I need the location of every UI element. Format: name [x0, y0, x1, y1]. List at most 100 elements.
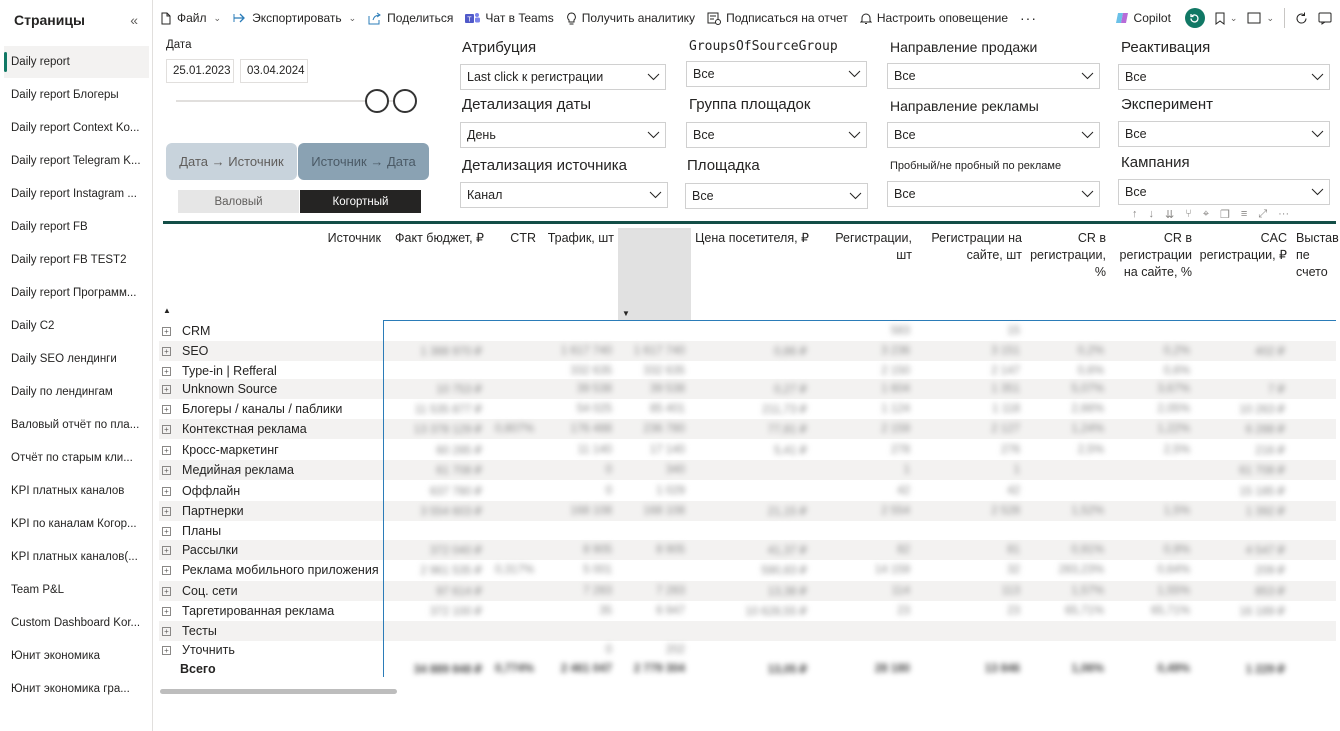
sidebar-item[interactable]: Team P&L: [4, 574, 149, 606]
row-label[interactable]: + Планы: [159, 521, 221, 541]
row-label[interactable]: + Рассылки: [159, 540, 238, 560]
column-header[interactable]: Цена посетителя, ₽: [691, 230, 809, 247]
collapse-sidebar-icon[interactable]: «: [130, 12, 138, 28]
share-button[interactable]: Поделиться: [362, 0, 459, 36]
expand-row-icon[interactable]: +: [162, 565, 171, 575]
expand-row-icon[interactable]: +: [162, 606, 171, 616]
platform-group-dropdown[interactable]: Все: [686, 122, 867, 148]
more-icon[interactable]: ···: [1278, 208, 1289, 220]
row-label[interactable]: + Блогеры / каналы / паблики: [159, 399, 342, 419]
expand-row-icon[interactable]: +: [162, 465, 171, 475]
file-menu[interactable]: Файл ⌄: [153, 0, 227, 36]
expand-row-icon[interactable]: +: [162, 366, 171, 376]
expand-row-icon[interactable]: +: [162, 326, 171, 336]
sidebar-item[interactable]: Daily report Блогеры: [4, 79, 149, 111]
attribution-dropdown[interactable]: Last click к регистрации: [460, 64, 666, 90]
date-slider-handle-start[interactable]: [365, 89, 389, 113]
expand-row-icon[interactable]: +: [162, 526, 171, 536]
date-to-input[interactable]: 03.04.2024: [240, 59, 308, 83]
teams-chat-button[interactable]: T Чат в Teams: [459, 0, 559, 36]
sidebar-item[interactable]: Daily C2: [4, 310, 149, 342]
expand-row-icon[interactable]: +: [162, 346, 171, 356]
reactivation-dropdown[interactable]: Все: [1118, 64, 1330, 90]
row-label[interactable]: + Контекстная реклама: [159, 419, 307, 439]
expand-row-icon[interactable]: +: [162, 506, 171, 516]
date-source-button[interactable]: Дата → Источник: [166, 143, 297, 180]
set-alert-button[interactable]: Настроить оповещение: [854, 0, 1014, 36]
sales-direction-dropdown[interactable]: Все: [887, 63, 1100, 89]
focus-mode-icon[interactable]: ⤢: [1258, 208, 1267, 221]
horizontal-scrollbar[interactable]: [160, 689, 397, 694]
source-detail-dropdown[interactable]: Канал: [460, 182, 668, 208]
row-label[interactable]: + Unknown Source: [159, 379, 277, 399]
row-label[interactable]: + Type-in | Refferal: [159, 361, 277, 381]
row-label[interactable]: + CRM: [159, 321, 210, 341]
refresh-icon[interactable]: [1295, 12, 1308, 25]
drill-up-icon[interactable]: ↑: [1132, 208, 1138, 220]
sidebar-item[interactable]: KPI платных каналов(...: [4, 541, 149, 573]
column-header[interactable]: Регистрации на сайте, шт: [916, 230, 1022, 264]
date-detail-dropdown[interactable]: День: [460, 122, 666, 148]
sidebar-item[interactable]: Custom Dashboard Kor...: [4, 607, 149, 639]
sort-up-icon[interactable]: ▲: [163, 306, 171, 315]
more-options-button[interactable]: ···: [1014, 0, 1043, 36]
expand-row-icon[interactable]: +: [162, 586, 171, 596]
trial-dropdown[interactable]: Все: [887, 181, 1100, 207]
platform-dropdown[interactable]: Все: [685, 183, 868, 209]
campaign-dropdown[interactable]: Все: [1118, 179, 1330, 205]
sidebar-item[interactable]: Юнит экономика гра...: [4, 673, 149, 705]
copy-icon[interactable]: ❐: [1220, 208, 1230, 221]
sidebar-item[interactable]: Daily report Instagram ...: [4, 178, 149, 210]
groups-of-source-dropdown[interactable]: Все: [686, 61, 867, 87]
hierarchy-icon[interactable]: ⑂: [1185, 208, 1192, 220]
row-label[interactable]: + Реклама мобильного приложения: [159, 560, 379, 580]
expand-row-icon[interactable]: +: [162, 404, 171, 414]
column-header[interactable]: Выстав пе счето: [1296, 230, 1340, 281]
sidebar-item[interactable]: KPI по каналам Когор...: [4, 508, 149, 540]
row-label[interactable]: + Кросс-маркетинг: [159, 440, 279, 460]
row-label[interactable]: + Соц. сети: [159, 581, 238, 601]
row-label[interactable]: + Уточнить: [159, 640, 235, 660]
expand-row-icon[interactable]: +: [162, 645, 171, 655]
column-header[interactable]: Источник: [311, 230, 381, 247]
column-header[interactable]: Трафик, шт: [540, 230, 614, 247]
pin-icon[interactable]: ⌖: [1203, 208, 1209, 221]
chat-icon[interactable]: [1318, 12, 1332, 25]
column-header[interactable]: CR в регистрации на сайте, %: [1108, 230, 1192, 281]
sidebar-item[interactable]: Daily report FB: [4, 211, 149, 243]
row-label[interactable]: + Медийная реклама: [159, 460, 294, 480]
sidebar-item[interactable]: Daily report Программ...: [4, 277, 149, 309]
filter-icon[interactable]: ≡: [1241, 208, 1247, 220]
sidebar-item[interactable]: Daily report Telegram K...: [4, 145, 149, 177]
expand-row-icon[interactable]: +: [162, 384, 171, 394]
sidebar-item[interactable]: Валовый отчёт по пла...: [4, 409, 149, 441]
view-button[interactable]: ⌄: [1247, 12, 1274, 24]
sidebar-item[interactable]: Отчёт по старым кли...: [4, 442, 149, 474]
row-label[interactable]: + SEO: [159, 341, 208, 361]
column-header[interactable]: CR в регистрации, %: [1022, 230, 1106, 281]
sidebar-item[interactable]: Юнит экономика: [4, 640, 149, 672]
drill-down-icon[interactable]: ↓: [1149, 208, 1155, 220]
expand-row-icon[interactable]: +: [162, 445, 171, 455]
source-date-button[interactable]: Источник → Дата: [298, 143, 429, 180]
get-analytics-button[interactable]: Получить аналитику: [560, 0, 701, 36]
row-label[interactable]: + Тесты: [159, 621, 217, 641]
bookmark-button[interactable]: ⌄: [1215, 12, 1237, 25]
date-from-input[interactable]: 25.01.2023: [166, 59, 234, 83]
date-slider-handle-end[interactable]: [393, 89, 417, 113]
expand-row-icon[interactable]: +: [162, 626, 171, 636]
expand-row-icon[interactable]: +: [162, 424, 171, 434]
sidebar-item[interactable]: KPI платных каналов: [4, 475, 149, 507]
column-header[interactable]: Регистрации, шт: [822, 230, 912, 264]
experiment-dropdown[interactable]: Все: [1118, 121, 1330, 147]
sidebar-item[interactable]: Daily report: [4, 46, 149, 78]
sidebar-item[interactable]: Daily report Context Ko...: [4, 112, 149, 144]
export-menu[interactable]: Экспортировать ⌄: [227, 0, 362, 36]
reset-button[interactable]: [1184, 8, 1205, 28]
column-header[interactable]: CAC регистрации, ₽: [1197, 230, 1287, 264]
subscribe-button[interactable]: Подписаться на отчет: [701, 0, 854, 36]
expand-row-icon[interactable]: +: [162, 486, 171, 496]
sort-down-icon[interactable]: ▼: [622, 309, 630, 318]
column-header[interactable]: CTR: [496, 230, 536, 247]
row-label[interactable]: + Таргетированная реклама: [159, 601, 334, 621]
